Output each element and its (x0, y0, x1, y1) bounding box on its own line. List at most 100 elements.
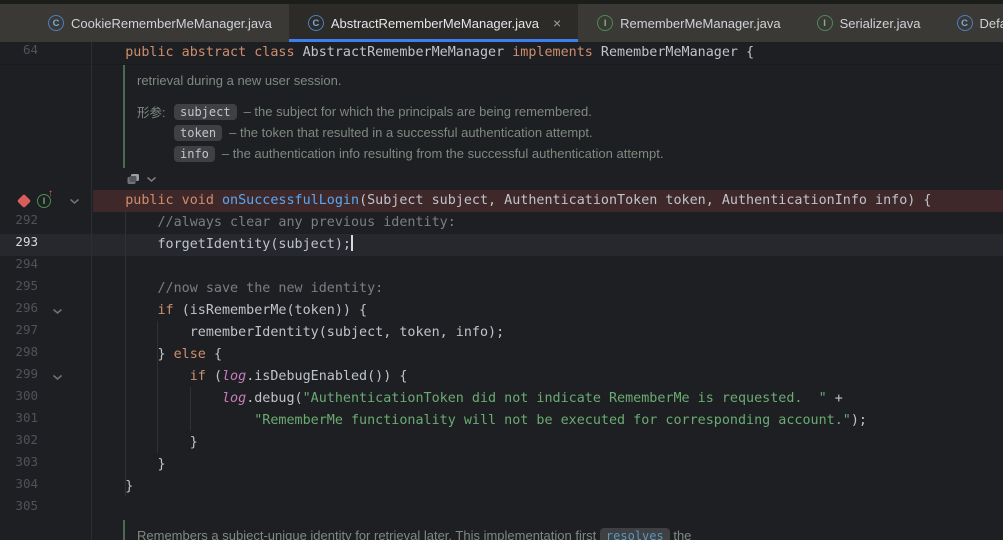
code-line: 302 } (0, 432, 1003, 454)
javadoc-text: the (673, 528, 691, 540)
param-name-chip: subject (174, 104, 237, 120)
javadoc-rendered-block: retrieval during a new user session. 形参:… (123, 65, 1003, 168)
text-caret (351, 235, 353, 251)
code-line-text[interactable]: } (93, 454, 1003, 476)
line-number: 300 (15, 388, 38, 403)
gutter: 294 (0, 256, 93, 278)
interface-icon: I (817, 15, 833, 31)
param-description: – the authentication info resulting from… (222, 146, 664, 161)
editor-tab[interactable]: I RememberMeManager.java (578, 4, 797, 42)
implements-method-icon[interactable]: I↑ (37, 194, 51, 208)
annotation-icon[interactable] (125, 171, 141, 187)
indent-guide (125, 211, 126, 496)
gutter: 298 (0, 344, 93, 366)
code-line-text[interactable]: public void onSuccessfulLogin(Subject su… (93, 190, 1003, 212)
ide-window: CCookieRememberMeManager.java C AbstractRe… (0, 0, 1003, 540)
line-number: 302 (15, 432, 38, 447)
fold-chevron-icon[interactable] (52, 374, 63, 381)
chevron-down-icon[interactable] (146, 176, 157, 183)
gutter (0, 65, 93, 190)
code-line-text[interactable]: rememberIdentity(subject, token, info); (93, 322, 1003, 344)
tab-label: RememberMeManager.java (620, 16, 780, 31)
active-tab-underline (289, 39, 578, 42)
line-number: 293 (15, 234, 38, 249)
code-lines: I↑ public void onSuccessfulLogin(Subject… (0, 190, 1003, 520)
code-line-text[interactable]: } else { (93, 344, 1003, 366)
gutter: 302 (0, 432, 93, 454)
code-line: 297 rememberIdentity(subject, token, inf… (0, 322, 1003, 344)
method-breakpoint-icon[interactable] (17, 194, 31, 208)
gutter: 305 (0, 498, 93, 520)
code-line: 299 if (log.isDebugEnabled()) { (0, 366, 1003, 388)
editor-tab[interactable]: C AbstractRememberMeManager.java × (289, 4, 578, 42)
code-line-text[interactable]: //always clear any previous identity: (93, 212, 1003, 234)
editor-tab[interactable]: CCookieRememberMeManager.java (29, 4, 289, 42)
code-line: 304 } (0, 476, 1003, 498)
code-line-text[interactable]: } (93, 476, 1003, 498)
code-line-text[interactable]: //now save the new identity: (93, 278, 1003, 300)
javadoc-block-row: retrieval during a new user session. 形参:… (0, 65, 1003, 190)
class-icon: C (308, 15, 324, 31)
gutter-separator (91, 42, 92, 540)
code-line: 292 //always clear any previous identity… (0, 212, 1003, 234)
code-line-text[interactable]: if (isRememberMe(token)) { (93, 300, 1003, 322)
javadoc-param-row: 形参:subject– the subject for which the pr… (137, 101, 1003, 122)
code-line: 301 "RememberMe functionality will not b… (0, 410, 1003, 432)
javadoc-rendered-block-bottom: Remembers a subject-unique identity for … (123, 520, 691, 540)
implements-arrow-icon: ↑ (48, 188, 53, 199)
line-number: 301 (15, 410, 38, 425)
close-icon[interactable]: × (553, 16, 561, 30)
line-number: 299 (15, 366, 38, 381)
code-line-text[interactable]: forgetIdentity(subject); (93, 234, 1003, 256)
gutter: 300 (0, 388, 93, 410)
interface-icon: I (597, 15, 613, 31)
editor-tab-bar: CCookieRememberMeManager.java C AbstractRe… (0, 4, 1003, 42)
code-line: 300 log.debug("AuthenticationToken did n… (0, 388, 1003, 410)
javadoc-param-row: info – the authentication info resulting … (137, 143, 1003, 164)
javadoc-text: Remembers a subject-unique identity for … (137, 528, 596, 540)
gutter: 295 (0, 278, 93, 300)
code-line-text[interactable] (93, 256, 1003, 278)
tab-label: AbstractRememberMeManager.java (331, 16, 539, 31)
sticky-gutter: 64 (0, 42, 93, 64)
param-name-chip: token (174, 125, 222, 141)
indent-guide (157, 321, 158, 453)
tab-label: Serializer.java (840, 16, 921, 31)
line-number: 304 (15, 476, 38, 491)
code-line: 293 forgetIdentity(subject); (0, 234, 1003, 256)
editor-tab[interactable]: I Serializer.java (798, 4, 938, 42)
line-number: 297 (15, 322, 38, 337)
param-description: – the subject for which the principals a… (244, 104, 592, 119)
code-line: 298 } else { (0, 344, 1003, 366)
code-line-text[interactable]: } (93, 432, 1003, 454)
method-inlay-row (93, 168, 1003, 190)
fold-chevron-icon[interactable] (52, 308, 63, 315)
code-line-text[interactable]: if (log.isDebugEnabled()) { (93, 366, 1003, 388)
gutter: I↑ (0, 190, 93, 212)
code-line-text[interactable] (93, 498, 1003, 520)
tab-label: DefaultSer (980, 16, 1003, 31)
code-line-text[interactable]: log.debug("AuthenticationToken did not i… (93, 388, 1003, 410)
line-number: 294 (15, 256, 38, 271)
line-number: 296 (15, 300, 38, 315)
sticky-line-number: 64 (23, 42, 38, 57)
param-name-chip: info (174, 146, 215, 162)
gutter (0, 520, 93, 540)
editor[interactable]: retrieval during a new user session. 形参:… (0, 65, 1003, 540)
gutter: 303 (0, 454, 93, 476)
javadoc-param-row: token – the token that resulted in a succ… (137, 122, 1003, 143)
fold-chevron-icon[interactable] (69, 198, 80, 205)
param-description: – the token that resulted in a successfu… (229, 125, 593, 140)
sticky-header-line: 64 public abstract class AbstractRemembe… (0, 42, 1003, 65)
sticky-code-line[interactable]: public abstract class AbstractRememberMe… (93, 42, 1003, 64)
code-line-text[interactable]: "RememberMe functionality will not be ex… (93, 410, 1003, 432)
gutter: 293 (0, 234, 93, 256)
code-line: 303 } (0, 454, 1003, 476)
editor-tab[interactable]: CDefaultSer (938, 4, 1003, 42)
code-line: I↑ public void onSuccessfulLogin(Subject… (0, 190, 1003, 212)
javadoc-code-link[interactable]: resolves (600, 528, 670, 540)
tab-label: CookieRememberMeManager.java (71, 16, 272, 31)
javadoc-block-row-bottom: Remembers a subject-unique identity for … (0, 520, 1003, 540)
gutter: 299 (0, 366, 93, 388)
javadoc-text: retrieval during a new user session. (137, 70, 1003, 92)
